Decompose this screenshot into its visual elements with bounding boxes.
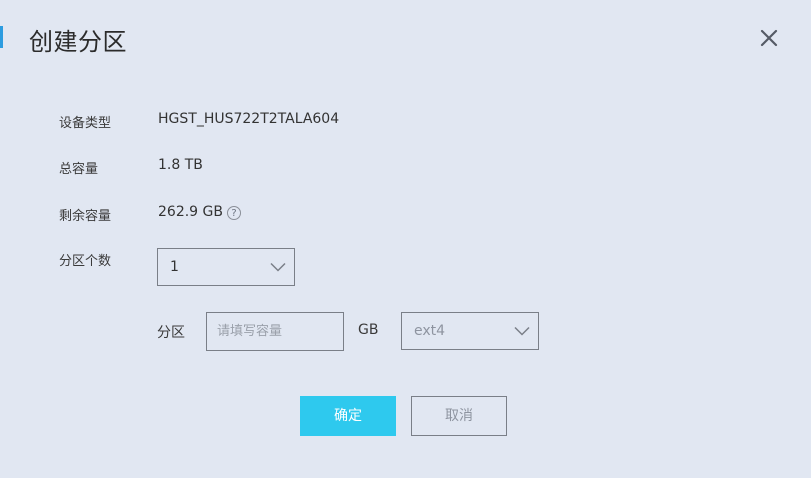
dialog-title: 创建分区 [29, 28, 127, 56]
device-type-value: HGST_HUS722T2TALA604 [158, 111, 340, 127]
chevron-down-icon [514, 326, 530, 336]
total-capacity-label: 总容量 [59, 162, 99, 177]
filesystem-select[interactable]: ext4 [401, 312, 539, 350]
confirm-button[interactable]: 确定 [300, 396, 396, 436]
close-button[interactable] [757, 26, 781, 50]
close-icon [760, 29, 778, 47]
cancel-button[interactable]: 取消 [411, 396, 507, 436]
partition-label: 分区 [157, 325, 185, 341]
title-accent-bar [0, 26, 3, 48]
device-type-label: 设备类型 [59, 116, 112, 131]
partition-unit-label: GB [358, 322, 379, 338]
filesystem-selected: ext4 [414, 323, 446, 339]
partition-count-select[interactable]: 1 [157, 248, 295, 286]
free-capacity-label: 剩余容量 [59, 209, 112, 224]
total-capacity-value: 1.8 TB [158, 157, 203, 173]
chevron-down-icon [270, 262, 286, 272]
partition-count-selected: 1 [170, 259, 179, 275]
partition-count-label: 分区个数 [59, 254, 112, 269]
create-partition-dialog: 创建分区 设备类型 HGST_HUS722T2TALA604 总容量 1.8 T… [0, 0, 811, 478]
partition-size-input[interactable] [206, 312, 344, 351]
free-capacity-value: 262.9 GB [158, 204, 223, 220]
help-circle-icon[interactable]: ? [227, 206, 241, 220]
